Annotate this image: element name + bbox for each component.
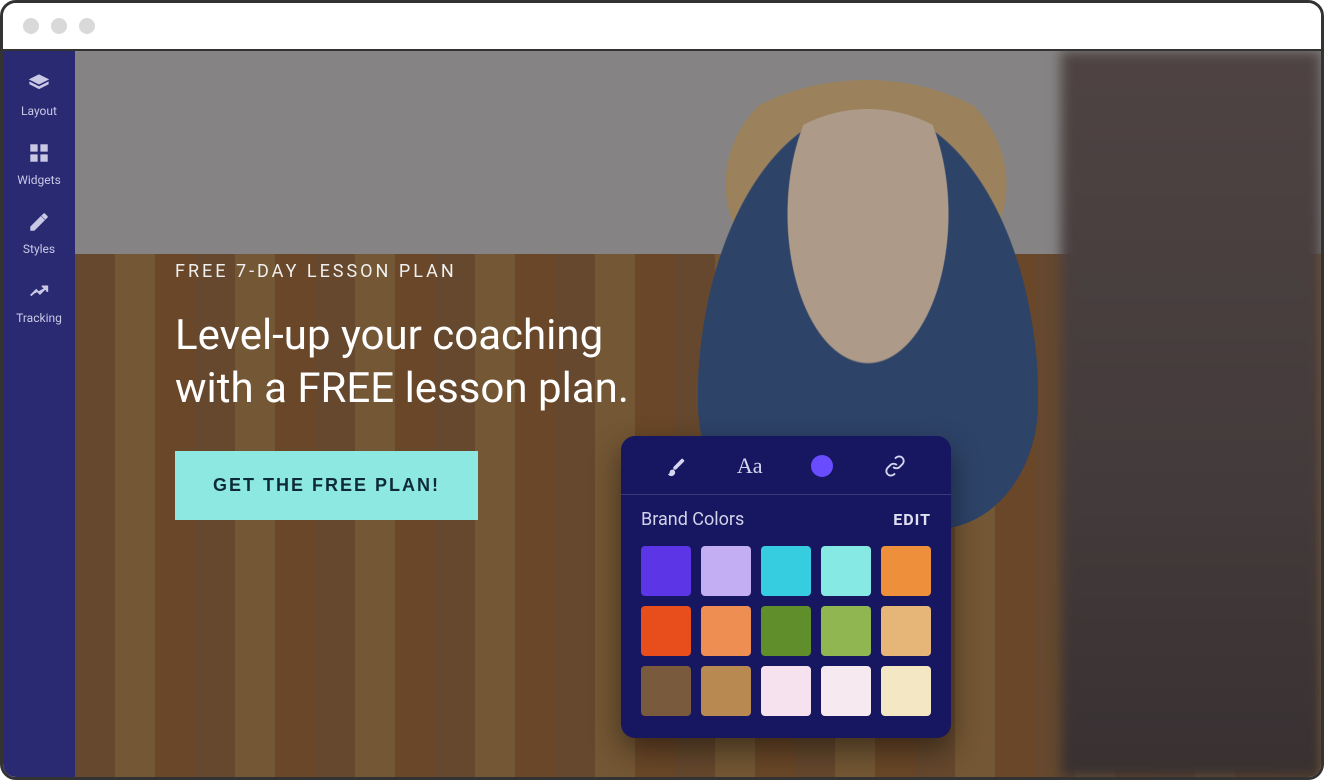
sidebar-item-widgets[interactable]: Widgets [3,130,75,199]
edit-colors-button[interactable]: EDIT [893,510,931,529]
color-swatch[interactable] [881,606,931,656]
sidebar-item-label: Tracking [16,311,62,325]
typography-icon[interactable]: Aa [734,450,766,482]
color-swatch[interactable] [761,546,811,596]
hero-eyebrow[interactable]: FREE 7-DAY LESSON PLAN [175,261,635,282]
pencil-icon [28,211,50,236]
brush-icon[interactable] [661,450,693,482]
app: Layout Widgets Styles Tracking [3,51,1321,777]
color-swatch[interactable] [821,606,871,656]
style-popover: Aa Brand Colors EDIT [621,436,951,738]
hero-content: FREE 7-DAY LESSON PLAN Level-up your coa… [175,261,635,520]
popover-title: Brand Colors [641,509,744,530]
hero-headline[interactable]: Level-up your coaching with a FREE lesso… [175,310,635,415]
sidebar-item-styles[interactable]: Styles [3,199,75,268]
sidebar-item-label: Layout [21,104,57,118]
sidebar-item-label: Styles [23,242,55,256]
color-swatch[interactable] [821,666,871,716]
color-swatch[interactable] [701,666,751,716]
popover-tabs: Aa [621,436,951,495]
color-swatch[interactable] [761,606,811,656]
color-swatch[interactable] [641,666,691,716]
layers-icon [28,73,50,98]
color-icon[interactable] [806,450,838,482]
swatch-grid [641,546,931,716]
widgets-icon [28,142,50,167]
editor-sidebar: Layout Widgets Styles Tracking [3,51,75,777]
sidebar-item-layout[interactable]: Layout [3,61,75,130]
browser-chrome [3,3,1321,51]
color-swatch[interactable] [641,546,691,596]
color-swatch[interactable] [641,606,691,656]
link-icon[interactable] [879,450,911,482]
window-dot [51,18,67,34]
color-swatch[interactable] [701,606,751,656]
color-swatch[interactable] [701,546,751,596]
color-swatch[interactable] [881,546,931,596]
sidebar-item-label: Widgets [17,173,61,187]
window-dot [23,18,39,34]
color-swatch[interactable] [761,666,811,716]
window-dot [79,18,95,34]
color-swatch[interactable] [821,546,871,596]
hero-cta-button[interactable]: GET THE FREE PLAN! [175,451,478,520]
browser-frame: Layout Widgets Styles Tracking [0,0,1324,780]
page-canvas: FREE 7-DAY LESSON PLAN Level-up your coa… [75,51,1321,777]
tracking-icon [28,280,50,305]
color-swatch[interactable] [881,666,931,716]
sidebar-item-tracking[interactable]: Tracking [3,268,75,337]
